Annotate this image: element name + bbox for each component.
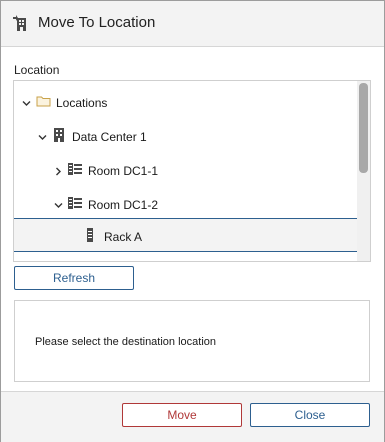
building-icon [53, 128, 67, 142]
chevron-down-icon[interactable] [38, 131, 47, 140]
chevron-down-icon[interactable] [54, 199, 63, 208]
message-panel: Please select the destination location [14, 300, 370, 382]
tree-node-label: Room DC1-1 [88, 164, 159, 178]
dialog-footer: Move Close [1, 391, 384, 442]
tree-node-room-dc1-2[interactable]: Room DC1-2 [14, 186, 357, 220]
move-to-location-dialog: Move To Location Location Locations Data… [0, 0, 385, 442]
status-message: Please select the destination location [35, 336, 217, 348]
chevron-right-icon[interactable] [54, 165, 63, 176]
tree-scrollbar[interactable] [357, 81, 370, 261]
tree-node-data-center-1[interactable]: Data Center 1 [14, 118, 357, 152]
chevron-down-icon[interactable] [22, 97, 31, 106]
tree-node-label: Rack A [104, 230, 143, 244]
dialog-titlebar: Move To Location [1, 1, 384, 47]
room-icon [68, 162, 82, 176]
building-move-icon [12, 15, 30, 33]
move-button[interactable]: Move [122, 403, 242, 427]
tree-node-label: Room DC1-2 [88, 198, 159, 212]
tree-node-label: Locations [56, 96, 108, 110]
scrollbar-thumb[interactable] [359, 83, 368, 173]
rack-icon [86, 228, 100, 242]
refresh-button[interactable]: Refresh [14, 266, 134, 290]
location-tree[interactable]: Locations Data Center 1 Room DC1-1 Room … [13, 80, 371, 262]
tree-node-label: Data Center 1 [72, 130, 147, 144]
tree-node-rack-a[interactable]: Rack A [14, 218, 357, 252]
tree-node-room-dc1-1[interactable]: Room DC1-1 [14, 152, 357, 186]
dialog-title: Move To Location [38, 14, 156, 31]
location-label: Location [14, 63, 60, 77]
close-button[interactable]: Close [250, 403, 370, 427]
room-icon [68, 196, 82, 210]
tree-node-locations[interactable]: Locations [14, 84, 357, 118]
folder-icon [36, 94, 51, 108]
